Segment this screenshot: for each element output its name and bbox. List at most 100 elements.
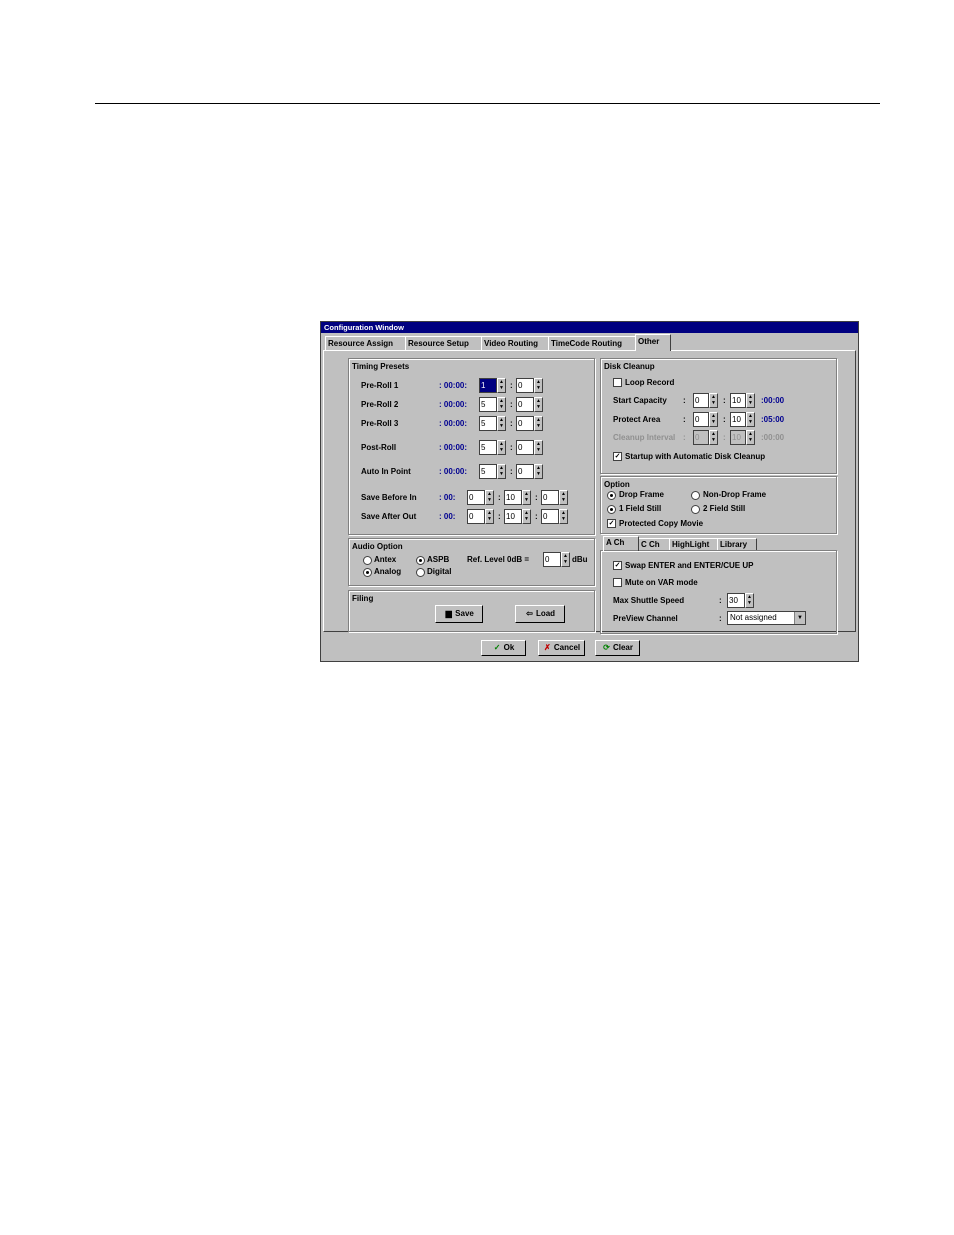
save-before-in-sec-value[interactable]: 10 xyxy=(504,490,522,505)
spin-arrows-icon[interactable]: ▲ ▼ xyxy=(559,490,568,505)
mute-var-checkbox[interactable] xyxy=(613,578,622,587)
load-icon: ⇦ xyxy=(526,609,533,618)
radio-digital[interactable] xyxy=(416,568,425,577)
save-after-out-frm-value[interactable]: 0 xyxy=(541,509,559,524)
colon-sep: : xyxy=(683,415,686,424)
tab-timecode-routing[interactable]: TimeCode Routing xyxy=(548,336,636,351)
swap-enter-checkbox[interactable]: ✓ xyxy=(613,561,622,570)
spin-arrows-icon[interactable]: ▲ ▼ xyxy=(485,490,494,505)
analog-label: Analog xyxy=(374,567,402,576)
auto-in-point-frm-value[interactable]: 0 xyxy=(516,464,534,479)
max-shuttle-speed-label: Max Shuttle Speed xyxy=(613,596,685,605)
auto-in-point-sec-value[interactable]: 5 xyxy=(479,464,497,479)
save-before-in-frm-value[interactable]: 0 xyxy=(541,490,559,505)
radio-antex[interactable] xyxy=(363,556,372,565)
protected-copy-checkbox[interactable]: ✓ xyxy=(607,519,616,528)
radio-2-field-still[interactable] xyxy=(691,505,700,514)
ref-level-unit: dBu xyxy=(572,555,588,564)
1-field-still-label: 1 Field Still xyxy=(619,504,662,513)
tab-resource-assign[interactable]: Resource Assign xyxy=(325,336,406,351)
colon-sep: : xyxy=(535,512,538,521)
cleanup-interval-suffix: :00:00 xyxy=(761,433,785,442)
save-after-out-min-value[interactable]: 0 xyxy=(467,509,485,524)
spin-arrows-icon[interactable]: ▲ ▼ xyxy=(485,509,494,524)
tab-video-routing[interactable]: Video Routing xyxy=(481,336,549,351)
radio-analog[interactable] xyxy=(363,568,372,577)
configuration-window: Configuration Window Resource Assign Res… xyxy=(320,321,859,662)
ok-button[interactable]: ✓ Ok xyxy=(481,640,526,656)
spin-arrows-icon[interactable]: ▲ ▼ xyxy=(534,440,543,455)
spin-arrows-icon[interactable]: ▲ ▼ xyxy=(497,440,506,455)
spin-arrows-icon[interactable]: ▲ ▼ xyxy=(746,412,755,427)
protect-area-b-value[interactable]: 10 xyxy=(730,412,746,427)
spin-arrows-icon[interactable]: ▲ ▼ xyxy=(497,397,506,412)
preroll2-frm-value[interactable]: 0 xyxy=(516,397,534,412)
digital-label: Digital xyxy=(427,567,452,576)
postroll-frm-value[interactable]: 0 xyxy=(516,440,534,455)
preroll1-frm-value[interactable]: 0 xyxy=(516,378,534,393)
preview-channel-select[interactable]: Not assigned ▼ xyxy=(727,611,806,625)
startup-cleanup-checkbox[interactable]: ✓ xyxy=(613,452,622,461)
spin-arrows-icon[interactable]: ▲ ▼ xyxy=(522,509,531,524)
tab-a-ch[interactable]: A Ch xyxy=(603,536,639,551)
colon-sep: : xyxy=(683,396,686,405)
2-field-still-label: 2 Field Still xyxy=(703,504,746,513)
radio-non-drop-frame[interactable] xyxy=(691,491,700,500)
spin-arrows-icon[interactable]: ▲ ▼ xyxy=(534,378,543,393)
non-drop-frame-label: Non-Drop Frame xyxy=(703,490,767,499)
preroll2-sec-value[interactable]: 5 xyxy=(479,397,497,412)
check-icon: ✓ xyxy=(493,643,501,652)
tab-body-other: Timing Presets Pre-Roll 1 : 00:00: 1 ▲ ▼ … xyxy=(323,350,856,634)
save-button[interactable]: ▆ Save xyxy=(435,605,483,623)
max-shuttle-speed-value[interactable]: 30 xyxy=(727,593,745,608)
filing-title: Filing xyxy=(352,594,374,603)
save-before-in-min-value[interactable]: 0 xyxy=(467,490,485,505)
save-after-out-sec-value[interactable]: 10 xyxy=(504,509,522,524)
chevron-down-icon[interactable]: ▼ xyxy=(794,612,805,624)
filing-group: Filing ▆ Save ⇦ Load xyxy=(348,590,595,632)
postroll-prefix: : 00:00: xyxy=(439,443,468,452)
spin-arrows-icon[interactable]: ▲ ▼ xyxy=(559,509,568,524)
load-button[interactable]: ⇦ Load xyxy=(515,605,565,623)
protect-area-a-value[interactable]: 0 xyxy=(693,412,709,427)
startup-cleanup-label: Startup with Automatic Disk Cleanup xyxy=(625,452,766,461)
spin-arrows-icon[interactable]: ▲ ▼ xyxy=(746,393,755,408)
colon-sep: : xyxy=(498,493,501,502)
auto-in-point-label: Auto In Point xyxy=(361,467,411,476)
preroll1-sec-value[interactable]: 1 xyxy=(479,378,497,393)
spin-arrows-icon[interactable]: ▲ ▼ xyxy=(497,378,506,393)
spin-arrows-icon[interactable]: ▲ ▼ xyxy=(534,464,543,479)
start-capacity-b-value[interactable]: 10 xyxy=(730,393,746,408)
loop-record-label: Loop Record xyxy=(625,378,675,387)
postroll-label: Post-Roll xyxy=(361,443,397,452)
ref-level-value[interactable]: 0 xyxy=(543,552,561,567)
radio-aspb[interactable] xyxy=(416,556,425,565)
spin-arrows-icon[interactable]: ▲ ▼ xyxy=(522,490,531,505)
save-after-out-prefix: : 00: xyxy=(439,512,456,521)
clear-button[interactable]: ⟳ Clear xyxy=(595,640,640,656)
tab-resource-setup[interactable]: Resource Setup xyxy=(405,336,482,351)
tab-other[interactable]: Other xyxy=(635,334,671,351)
postroll-sec-value[interactable]: 5 xyxy=(479,440,497,455)
loop-record-checkbox[interactable] xyxy=(613,378,622,387)
spin-arrows-icon[interactable]: ▲ ▼ xyxy=(709,393,718,408)
radio-drop-frame[interactable] xyxy=(607,491,616,500)
colon-sep: : xyxy=(723,396,726,405)
radio-1-field-still[interactable] xyxy=(607,505,616,514)
spin-arrows-icon[interactable]: ▲ ▼ xyxy=(497,464,506,479)
preroll3-sec-value[interactable]: 5 xyxy=(479,416,497,431)
spin-arrows-icon[interactable]: ▲ ▼ xyxy=(534,397,543,412)
spin-arrows-icon[interactable]: ▲ ▼ xyxy=(709,412,718,427)
swap-enter-label: Swap ENTER and ENTER/CUE UP xyxy=(625,561,754,570)
option-title: Option xyxy=(604,480,630,489)
cancel-button[interactable]: ✗ Cancel xyxy=(538,640,585,656)
spin-arrows-icon[interactable]: ▲ ▼ xyxy=(534,416,543,431)
preview-channel-value: Not assigned xyxy=(730,613,777,622)
colon-sep: : xyxy=(719,596,722,605)
start-capacity-a-value[interactable]: 0 xyxy=(693,393,709,408)
spin-arrows-icon[interactable]: ▲ ▼ xyxy=(745,593,754,608)
spin-arrows-icon[interactable]: ▲ ▼ xyxy=(497,416,506,431)
colon-sep: : xyxy=(683,433,686,442)
preroll3-frm-value[interactable]: 0 xyxy=(516,416,534,431)
spin-arrows-icon[interactable]: ▲ ▼ xyxy=(561,552,570,567)
